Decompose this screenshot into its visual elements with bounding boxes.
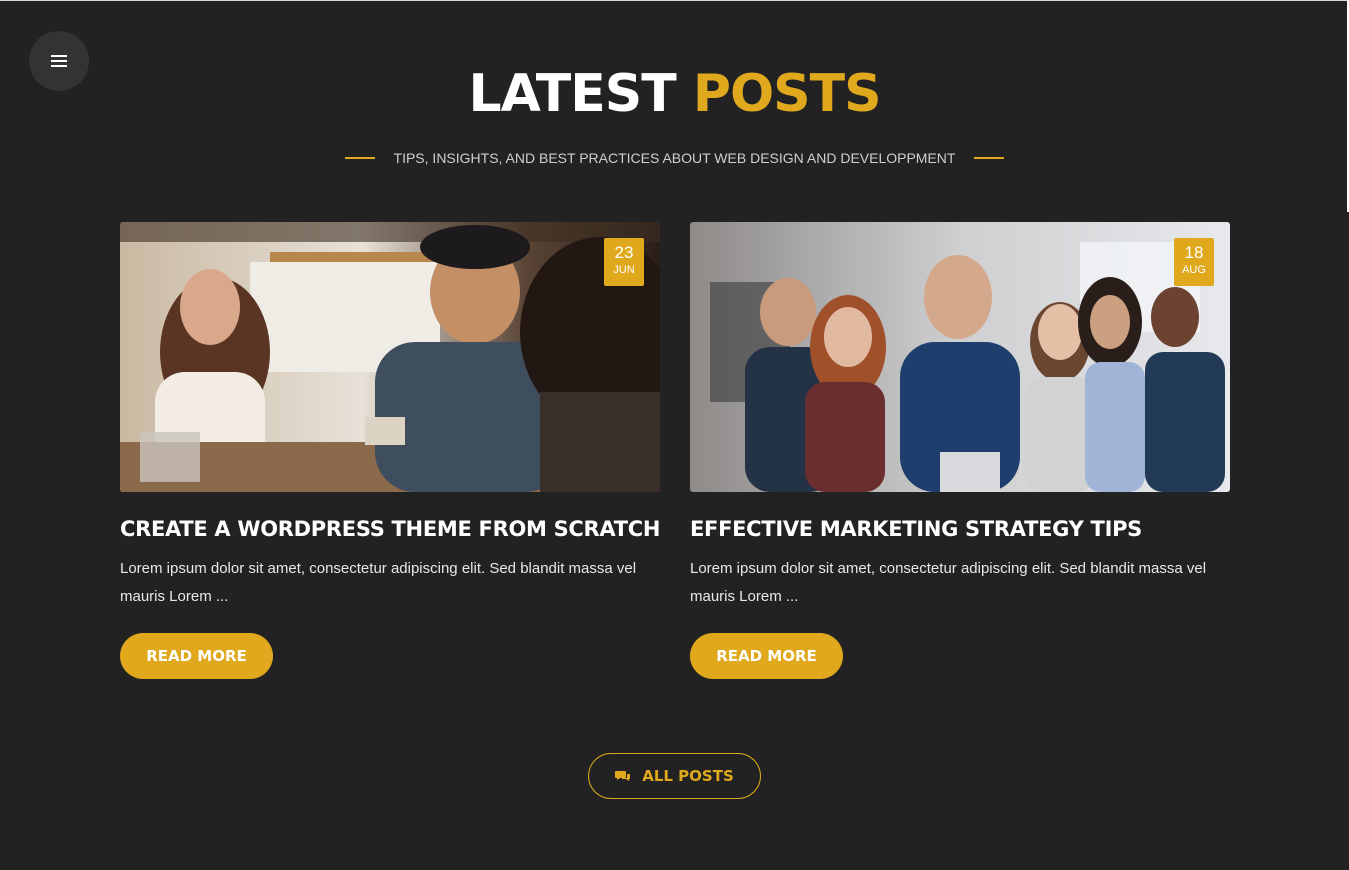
post-date-day: 18 — [1184, 243, 1204, 262]
post-card: 23 JUN CREATE A WORDPRESS THEME FROM SCR… — [120, 222, 660, 679]
top-border — [0, 0, 1349, 1]
all-posts-label: ALL POSTS — [642, 767, 734, 785]
section-subtitle-row: TIPS, INSIGHTS, AND BEST PRACTICES ABOUT… — [0, 147, 1349, 169]
post-date-month: JUN — [613, 264, 635, 276]
read-more-button[interactable]: READ MORE — [690, 633, 843, 679]
read-more-button[interactable]: READ MORE — [120, 633, 273, 679]
post-excerpt: Lorem ipsum dolor sit amet, consectetur … — [120, 560, 637, 605]
cafe-photo — [120, 222, 660, 492]
post-image[interactable]: 18 AUG — [690, 222, 1230, 492]
post-card: 18 AUG EFFECTIVE MARKETING STRATEGY TIPS… — [690, 222, 1230, 679]
comments-icon — [615, 771, 631, 781]
post-excerpt: Lorem ipsum dolor sit amet, consectetur … — [690, 560, 1207, 605]
post-date-day: 23 — [614, 243, 634, 262]
subtitle-divider-left — [344, 157, 375, 159]
post-title[interactable]: CREATE A WORDPRESS THEME FROM SCRATCH — [120, 516, 660, 542]
title-accent: POSTS — [692, 64, 882, 124]
section-title: LATEST POSTS — [0, 62, 1349, 126]
section-subtitle: TIPS, INSIGHTS, AND BEST PRACTICES ABOUT… — [393, 150, 956, 166]
post-date-badge: 18 AUG — [1174, 238, 1214, 286]
title-white: LATEST — [468, 64, 676, 124]
post-title[interactable]: EFFECTIVE MARKETING STRATEGY TIPS — [690, 516, 1142, 542]
team-photo — [690, 222, 1230, 492]
all-posts-button[interactable]: ALL POSTS — [588, 753, 761, 799]
post-date-badge: 23 JUN — [604, 238, 644, 286]
post-image[interactable]: 23 JUN — [120, 222, 660, 492]
post-date-month: AUG — [1182, 264, 1206, 276]
subtitle-divider-right — [974, 157, 1005, 159]
